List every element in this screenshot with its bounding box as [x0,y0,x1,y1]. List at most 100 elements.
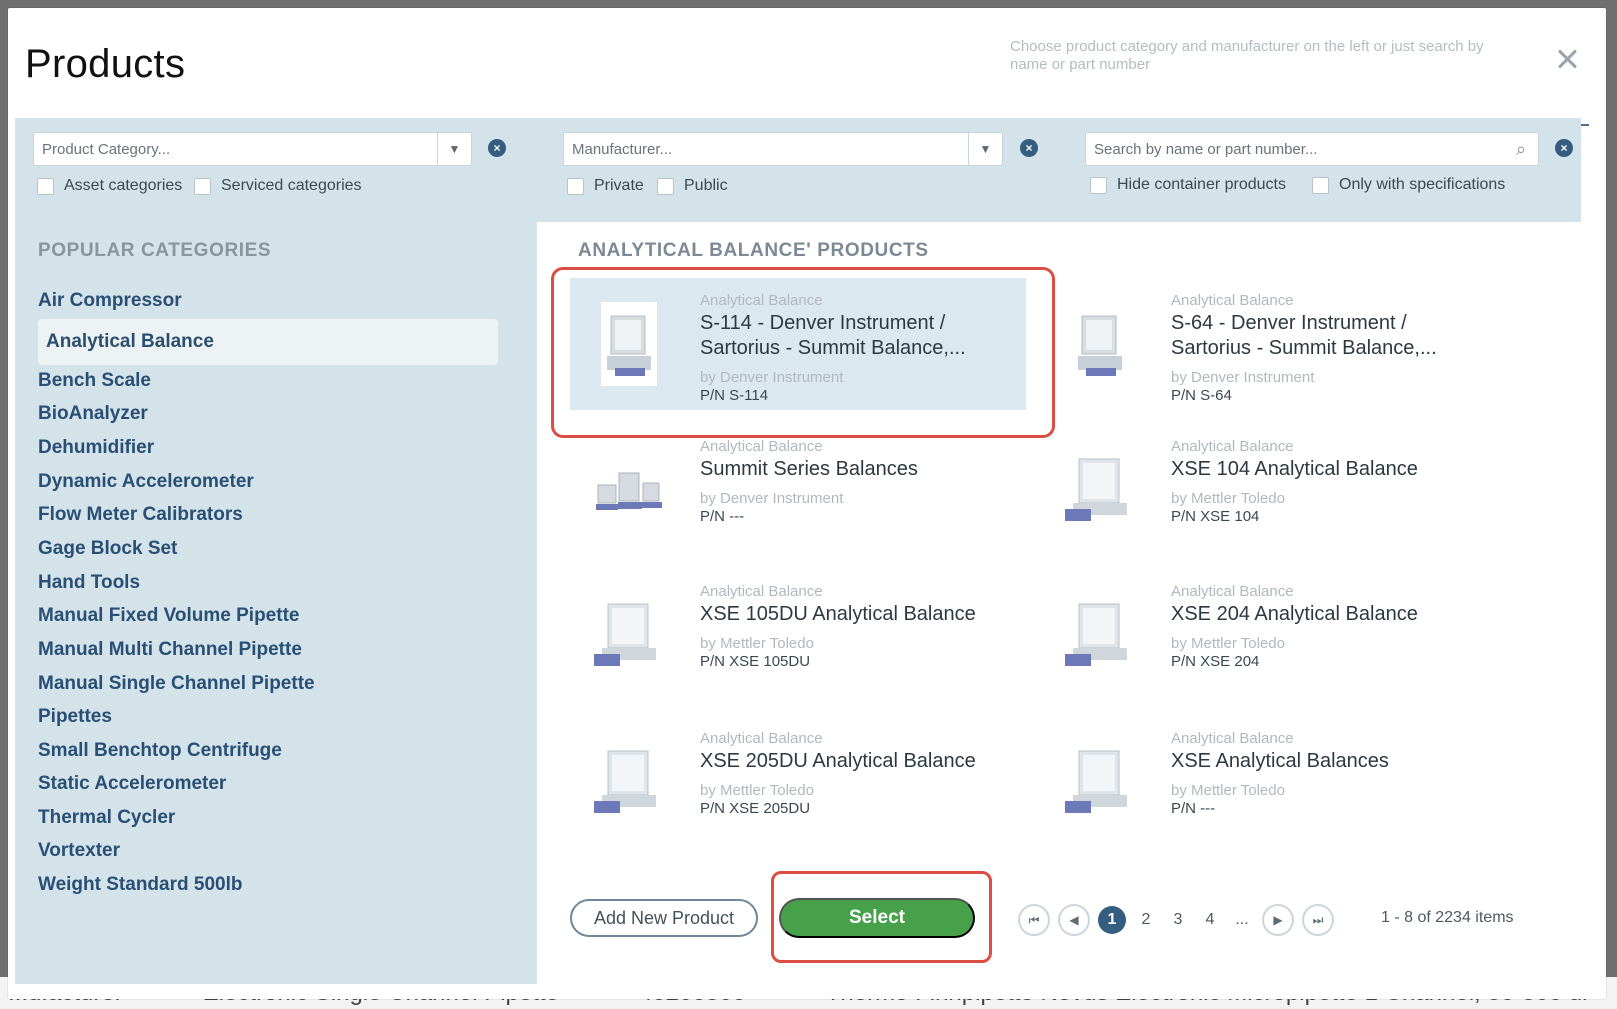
popular-category-item[interactable]: BioAnalyzer [38,397,498,431]
product-category-select[interactable]: Product Category... ▼ [33,132,472,166]
balance-icon [590,587,668,683]
product-part-number: P/N --- [700,508,745,525]
hide-container-products-checkbox[interactable]: Hide container products [1090,176,1286,194]
checkbox-label: Public [684,177,728,194]
product-category: Analytical Balance [700,730,823,747]
product-name: S-114 - Denver Instrument / Sartorius - … [700,312,966,359]
checkbox-box[interactable] [1312,176,1329,194]
only-with-specifications-checkbox[interactable]: Only with specifications [1312,176,1505,194]
product-meta: Analytical Balance S-64 - Denver Instrum… [1171,292,1486,405]
add-new-product-button[interactable]: Add New Product [570,899,758,937]
page-number[interactable]: 2 [1134,911,1158,929]
product-card[interactable]: Analytical Balance XSE 204 Analytical Ba… [1041,569,1497,701]
pagination: ⏮ ◀ 1 2 3 4 ... ▶ ⏭ [1018,904,1334,936]
products-section-title: ANALYTICAL BALANCE' PRODUCTS [578,240,929,261]
popular-category-item[interactable]: Manual Fixed Volume Pipette [38,599,498,633]
checkbox-box[interactable] [194,177,211,195]
first-page-icon[interactable]: ⏮ [1018,904,1050,936]
popular-category-item[interactable]: Bench Scale [38,364,498,398]
page-number[interactable]: 4 [1198,911,1222,929]
product-manufacturer: by Denver Instrument [1171,369,1315,386]
balance-icon [1061,442,1139,538]
chevron-down-icon[interactable]: ▼ [968,133,1002,165]
product-part-number: P/N XSE 105DU [700,653,811,670]
popular-category-item[interactable]: Air Compressor [38,284,498,318]
product-manufacturer: by Mettler Toledo [1171,782,1285,799]
product-card[interactable]: Analytical Balance XSE 104 Analytical Ba… [1041,424,1497,556]
product-card[interactable]: Analytical Balance S-114 - Denver Instru… [570,278,1026,410]
checkbox-label: Serviced categories [221,177,362,194]
popular-category-item[interactable]: Flow Meter Calibrators [38,498,498,532]
popular-category-item[interactable]: Pipettes [38,700,498,734]
popular-category-item[interactable]: Manual Single Channel Pipette [38,667,498,701]
product-meta: Analytical Balance XSE Analytical Balanc… [1171,730,1486,818]
popular-category-item[interactable]: Gage Block Set [38,532,498,566]
previous-page-icon[interactable]: ◀ [1058,904,1090,936]
product-card[interactable]: Analytical Balance XSE Analytical Balanc… [1041,716,1497,848]
product-meta: Analytical Balance Summit Series Balance… [700,438,1015,526]
search-input[interactable]: Search by name or part number... ⌕ [1085,132,1539,166]
product-part-number: P/N --- [1171,800,1216,817]
popular-category-item[interactable]: Dynamic Accelerometer [38,465,498,499]
private-checkbox[interactable]: Private [567,177,644,195]
product-name: Summit Series Balances [700,458,918,480]
checkbox-label: Hide container products [1117,176,1286,193]
product-name: S-64 - Denver Instrument / Sartorius - S… [1171,312,1437,359]
balance-icon [1061,296,1139,392]
search-icon[interactable]: ⌕ [1504,133,1538,165]
balance-icon [1061,734,1139,830]
popular-category-item[interactable]: Small Benchtop Centrifuge [38,734,498,768]
popular-category-item[interactable]: Vortexter [38,834,498,868]
product-card[interactable]: Analytical Balance XSE 205DU Analytical … [570,716,1026,848]
product-meta: Analytical Balance S-114 - Denver Instru… [700,292,1015,405]
chevron-down-icon[interactable]: ▼ [437,133,471,165]
close-icon[interactable] [1554,45,1582,73]
product-category: Analytical Balance [1171,730,1294,747]
manufacturer-select[interactable]: Manufacturer... ▼ [563,132,1003,166]
product-part-number: P/N S-64 [1171,387,1232,404]
checkbox-label: Only with specifications [1339,176,1506,193]
balance-icon [1061,587,1139,683]
product-name: XSE 205DU Analytical Balance [700,750,976,772]
checkbox-box[interactable] [657,177,674,195]
product-card[interactable]: Analytical Balance S-64 - Denver Instrum… [1041,278,1497,410]
checkbox-box[interactable] [37,177,54,195]
page-number[interactable]: 3 [1166,911,1190,929]
product-name: XSE Analytical Balances [1171,750,1389,772]
asset-categories-checkbox[interactable]: Asset categories [37,177,182,195]
serviced-categories-checkbox[interactable]: Serviced categories [194,177,362,195]
popular-category-item[interactable]: Hand Tools [38,566,498,600]
popular-category-item[interactable]: Dehumidifier [38,431,498,465]
checkbox-box[interactable] [1090,176,1107,194]
product-category: Analytical Balance [1171,438,1294,455]
select-button[interactable]: Select [779,898,975,938]
clear-manufacturer-icon[interactable]: × [1020,139,1038,157]
page-ellipsis[interactable]: ... [1230,911,1254,929]
last-page-icon[interactable]: ⏭ [1302,904,1334,936]
popular-category-item[interactable]: Manual Multi Channel Pipette [38,633,498,667]
product-manufacturer: by Denver Instrument [700,369,844,386]
clear-category-icon[interactable]: × [488,139,506,157]
clear-search-icon[interactable]: × [1555,139,1573,157]
product-card[interactable]: Analytical Balance Summit Series Balance… [570,424,1026,556]
product-manufacturer: by Mettler Toledo [700,635,814,652]
product-category: Analytical Balance [700,438,823,455]
product-card[interactable]: Analytical Balance XSE 105DU Analytical … [570,569,1026,701]
product-part-number: P/N XSE 205DU [700,800,811,817]
next-page-icon[interactable]: ▶ [1262,904,1294,936]
top-filters: Manufacturer... ▼ × Search by name or pa… [537,118,1581,222]
product-part-number: P/N XSE 104 [1171,508,1260,525]
product-name: XSE 105DU Analytical Balance [700,603,976,625]
popular-category-item[interactable]: Static Accelerometer [38,767,498,801]
modal-hint: Choose product category and manufacturer… [1010,38,1484,73]
search-placeholder: Search by name or part number... [1094,140,1318,158]
page-number-active[interactable]: 1 [1098,906,1126,934]
checkbox-box[interactable] [567,177,584,195]
popular-category-item-active[interactable]: Analytical Balance [38,319,498,365]
product-manufacturer: by Mettler Toledo [1171,490,1285,507]
popular-category-item[interactable]: Thermal Cycler [38,801,498,835]
popular-category-item[interactable]: Weight Standard 500lb [38,868,498,902]
public-checkbox[interactable]: Public [657,177,728,195]
balance-group-icon [590,442,668,538]
product-name: XSE 204 Analytical Balance [1171,603,1418,625]
